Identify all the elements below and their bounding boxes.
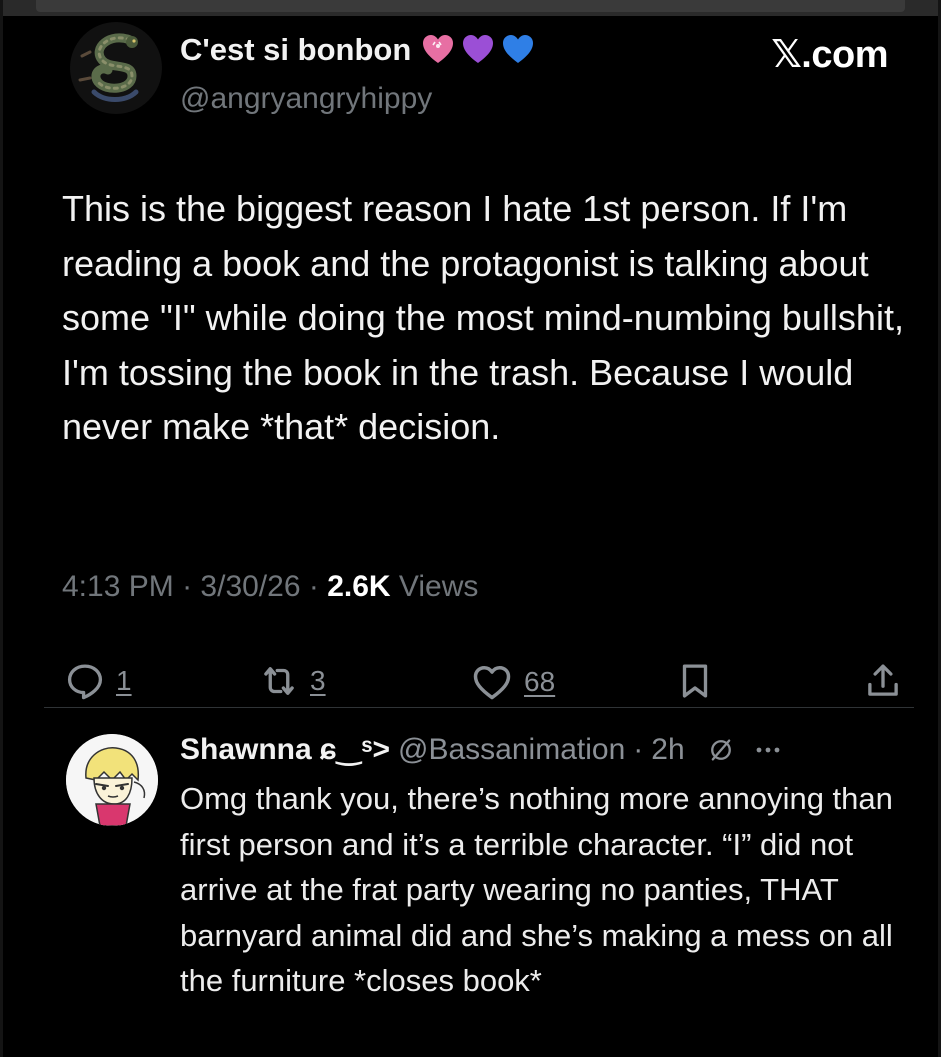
divider <box>44 707 914 708</box>
author-avatar[interactable] <box>70 22 162 114</box>
reply-handle[interactable]: @Bassanimation <box>398 733 625 767</box>
heart-outline-icon <box>473 665 511 700</box>
name-emojis <box>421 33 535 67</box>
reply-icon <box>67 664 103 700</box>
top-edge <box>0 0 941 16</box>
tweet-meta: 4:13 PM · 3/30/26 · 2.6K Views <box>62 570 478 604</box>
more-options-button[interactable] <box>751 740 785 760</box>
bookmark-icon <box>682 664 708 698</box>
reply-name-suffix: ɕ‿ˢ> <box>319 733 391 766</box>
like-button[interactable]: 68 <box>470 660 555 704</box>
cartoon-avatar-icon <box>66 734 158 826</box>
snake-avatar-icon <box>70 22 162 114</box>
reply-count[interactable]: 1 <box>116 665 132 697</box>
repost-count[interactable]: 3 <box>310 665 326 697</box>
views-label: Views <box>398 570 479 603</box>
reply-button[interactable]: 1 <box>64 660 132 702</box>
grok-icon[interactable] <box>707 736 735 764</box>
reply-text: Omg thank you, there’s nothing more anno… <box>180 781 893 998</box>
share-button[interactable] <box>862 660 904 702</box>
views-count[interactable]: 2.6K <box>327 570 390 603</box>
reply-display-name[interactable]: Shawnna <box>180 733 312 767</box>
author-name-row[interactable]: C'est si bonbon <box>180 32 535 68</box>
bookmark-button[interactable] <box>674 660 716 702</box>
repost-button[interactable]: 3 <box>258 660 326 702</box>
pink-heart-icon <box>423 35 454 63</box>
share-icon <box>868 664 898 696</box>
reply-time[interactable]: 2h <box>651 733 684 767</box>
reply-separator: · <box>633 732 644 766</box>
reply-header: Shawnna ɕ‿ˢ> @Bassanimation · 2h <box>180 732 785 767</box>
tweet-time[interactable]: 4:13 PM <box>62 570 174 603</box>
repost-icon <box>264 667 294 695</box>
site-watermark: 𝕏.com <box>771 34 888 76</box>
reply-avatar[interactable] <box>66 734 158 826</box>
blue-heart-icon <box>503 35 534 63</box>
tweet-text: This is the biggest reason I hate 1st pe… <box>62 188 904 447</box>
like-count[interactable]: 68 <box>524 666 555 698</box>
author-handle[interactable]: @angryangryhippy <box>180 82 432 116</box>
previous-post-edge <box>36 0 905 12</box>
author-display-name[interactable]: C'est si bonbon <box>180 32 411 68</box>
more-horizontal-icon <box>756 747 780 752</box>
tweet-date[interactable]: 3/30/26 <box>200 570 300 603</box>
meta-separator: · <box>182 570 193 603</box>
tweet-actions: 1 3 68 <box>62 660 912 704</box>
slashed-circle-icon <box>710 739 731 760</box>
purple-heart-icon <box>463 35 494 63</box>
meta-separator: · <box>308 570 319 603</box>
